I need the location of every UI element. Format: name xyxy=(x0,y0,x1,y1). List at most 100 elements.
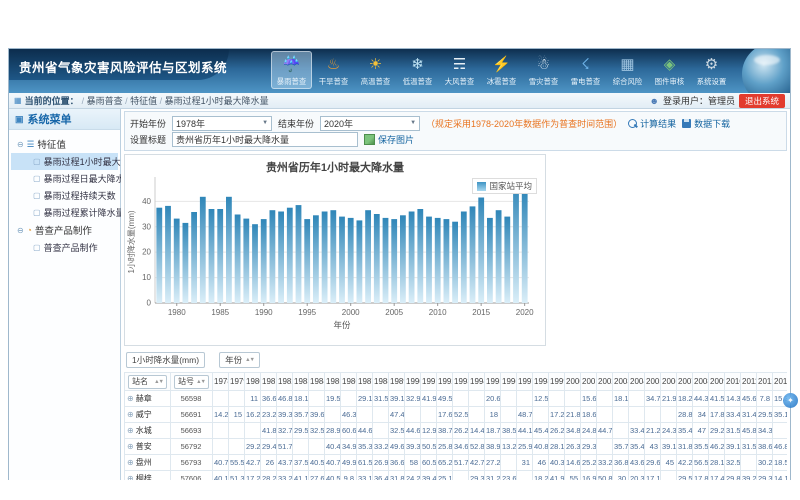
bar-1995[interactable] xyxy=(304,219,310,303)
bar-1991[interactable] xyxy=(270,210,276,303)
tree-group-1[interactable]: ⊖◔普查产品制作 xyxy=(11,221,118,239)
year-column-header[interactable]: 1994 xyxy=(469,373,485,391)
bar-2017[interactable] xyxy=(496,210,502,303)
tree-item[interactable]: ▢暴雨过程1小时最大降水量 xyxy=(11,153,118,170)
toolbar-item-snow[interactable]: ☃雪灾普查 xyxy=(523,51,564,89)
tree-item[interactable]: ▢暴雨过程日最大降水量 xyxy=(11,170,118,187)
toolbar-item-risk[interactable]: ▦综合风险 xyxy=(607,51,648,89)
year-column-header[interactable]: 1986 xyxy=(341,373,357,391)
bar-2003[interactable] xyxy=(374,214,380,303)
tree-item[interactable]: ▢普查产品制作 xyxy=(11,239,118,256)
year-column-header[interactable]: 1984 xyxy=(309,373,325,391)
breadcrumb-item[interactable]: 特征值 xyxy=(130,96,157,106)
toolbar-item-high-temp[interactable]: ☀高温普查 xyxy=(355,51,396,89)
year-column-header[interactable]: 2007 xyxy=(677,373,693,391)
bar-1981[interactable] xyxy=(183,223,189,303)
pivot-column-field[interactable]: 年份 ▲▼ xyxy=(219,352,260,368)
year-column-header[interactable]: 1996 xyxy=(501,373,517,391)
breadcrumb-item[interactable]: 暴雨普查 xyxy=(87,96,123,106)
bar-2004[interactable] xyxy=(383,218,389,303)
bar-1986[interactable] xyxy=(226,197,232,303)
year-column-header[interactable]: 2002 xyxy=(597,373,613,391)
year-column-header[interactable]: 1982 xyxy=(277,373,293,391)
calculate-button[interactable]: 计算结果 xyxy=(628,117,676,130)
row-expand-icon[interactable]: ⊕ xyxy=(127,458,134,467)
year-column-header[interactable]: 1988 xyxy=(373,373,389,391)
row-expand-icon[interactable]: ⊕ xyxy=(127,442,134,451)
bar-1999[interactable] xyxy=(339,217,345,303)
toolbar-item-lightning[interactable]: ☇雷电普查 xyxy=(565,51,606,89)
bar-1990[interactable] xyxy=(261,219,267,303)
bar-1982[interactable] xyxy=(191,212,197,303)
year-column-header[interactable]: 1997 xyxy=(517,373,533,391)
row-expand-icon[interactable]: ⊕ xyxy=(127,474,134,480)
year-column-header[interactable]: 2008 xyxy=(693,373,709,391)
save-image-button[interactable]: 保存图片 xyxy=(364,133,414,146)
year-column-header[interactable]: 2005 xyxy=(645,373,661,391)
year-column-header[interactable]: 1987 xyxy=(357,373,373,391)
year-column-header[interactable]: 2006 xyxy=(661,373,677,391)
bar-2019[interactable] xyxy=(513,185,519,303)
bar-2016[interactable] xyxy=(487,218,493,303)
year-column-header[interactable]: 2013 xyxy=(773,373,788,391)
year-column-header[interactable]: 2010 xyxy=(725,373,741,391)
bar-2000[interactable] xyxy=(348,218,354,303)
bar-2020[interactable] xyxy=(522,191,528,303)
year-column-header[interactable]: 2004 xyxy=(629,373,645,391)
pivot-value-field[interactable]: 1小时降水量(mm) xyxy=(126,352,205,368)
end-year-select[interactable]: 2020年 ▼ xyxy=(320,116,420,131)
bar-2005[interactable] xyxy=(391,219,397,303)
bar-1987[interactable] xyxy=(235,215,241,304)
download-button[interactable]: 数据下载 xyxy=(682,117,730,130)
year-column-header[interactable]: 1993 xyxy=(453,373,469,391)
bar-2012[interactable] xyxy=(452,222,458,303)
year-column-header[interactable]: 1995 xyxy=(485,373,501,391)
year-column-header[interactable]: 1992 xyxy=(437,373,453,391)
year-column-header[interactable]: 2000 xyxy=(565,373,581,391)
toolbar-item-settings[interactable]: ⚙系统设置 xyxy=(691,51,732,89)
year-column-header[interactable]: 2001 xyxy=(581,373,597,391)
bar-1993[interactable] xyxy=(287,208,293,303)
toolbar-item-map-review[interactable]: ◈图件审核 xyxy=(649,51,690,89)
tree-toggle-icon[interactable]: ⊖ xyxy=(17,140,24,149)
bar-1992[interactable] xyxy=(278,212,284,304)
chart-legend[interactable]: 国家站平均 xyxy=(472,178,537,194)
bar-1979[interactable] xyxy=(165,206,171,303)
bar-2018[interactable] xyxy=(504,217,510,303)
year-column-header[interactable]: 2003 xyxy=(613,373,629,391)
logout-button[interactable]: 退出系统 xyxy=(739,94,785,108)
bar-1980[interactable] xyxy=(174,219,180,303)
bar-2014[interactable] xyxy=(470,206,476,303)
floating-widget[interactable]: ✦ xyxy=(783,393,798,408)
toolbar-item-rainstorm[interactable]: ☔暴雨普查 xyxy=(271,51,312,89)
bar-1994[interactable] xyxy=(296,205,302,303)
tree-group-0[interactable]: ⊖☰特征值 xyxy=(11,135,118,153)
chart-title-input[interactable] xyxy=(172,132,358,147)
toolbar-item-low-temp[interactable]: ❄低温普查 xyxy=(397,51,438,89)
year-column-header[interactable]: 1999 xyxy=(549,373,565,391)
year-column-header[interactable]: 1981 xyxy=(261,373,277,391)
bar-1985[interactable] xyxy=(217,209,223,303)
start-year-select[interactable]: 1978年 ▼ xyxy=(172,116,272,131)
station-name-header[interactable]: 站名▲▼ xyxy=(125,373,171,391)
year-column-header[interactable]: 1980 xyxy=(245,373,261,391)
station-id-header[interactable]: 站号▲▼ xyxy=(171,373,213,391)
bar-2001[interactable] xyxy=(357,220,363,303)
breadcrumb-item[interactable]: 暴雨过程1小时最大降水量 xyxy=(165,96,269,106)
bar-2008[interactable] xyxy=(417,209,423,303)
bar-2007[interactable] xyxy=(409,212,415,304)
toolbar-item-hail[interactable]: ⚡冰雹普查 xyxy=(481,51,522,89)
toolbar-item-drought[interactable]: ♨干旱普查 xyxy=(313,51,354,89)
bar-1998[interactable] xyxy=(330,210,336,303)
bar-2006[interactable] xyxy=(400,215,406,303)
bar-1989[interactable] xyxy=(252,224,258,303)
bar-1996[interactable] xyxy=(313,215,319,303)
year-column-header[interactable]: 1990 xyxy=(405,373,421,391)
year-column-header[interactable]: 2012 xyxy=(757,373,773,391)
row-expand-icon[interactable]: ⊕ xyxy=(127,410,134,419)
tree-item[interactable]: ▢暴雨过程累计降水量 xyxy=(11,204,118,221)
sort-icons[interactable]: ▲▼ xyxy=(196,379,205,385)
bar-2011[interactable] xyxy=(444,219,450,303)
toolbar-item-gale[interactable]: ☴大风普查 xyxy=(439,51,480,89)
year-column-header[interactable]: 2011 xyxy=(741,373,757,391)
